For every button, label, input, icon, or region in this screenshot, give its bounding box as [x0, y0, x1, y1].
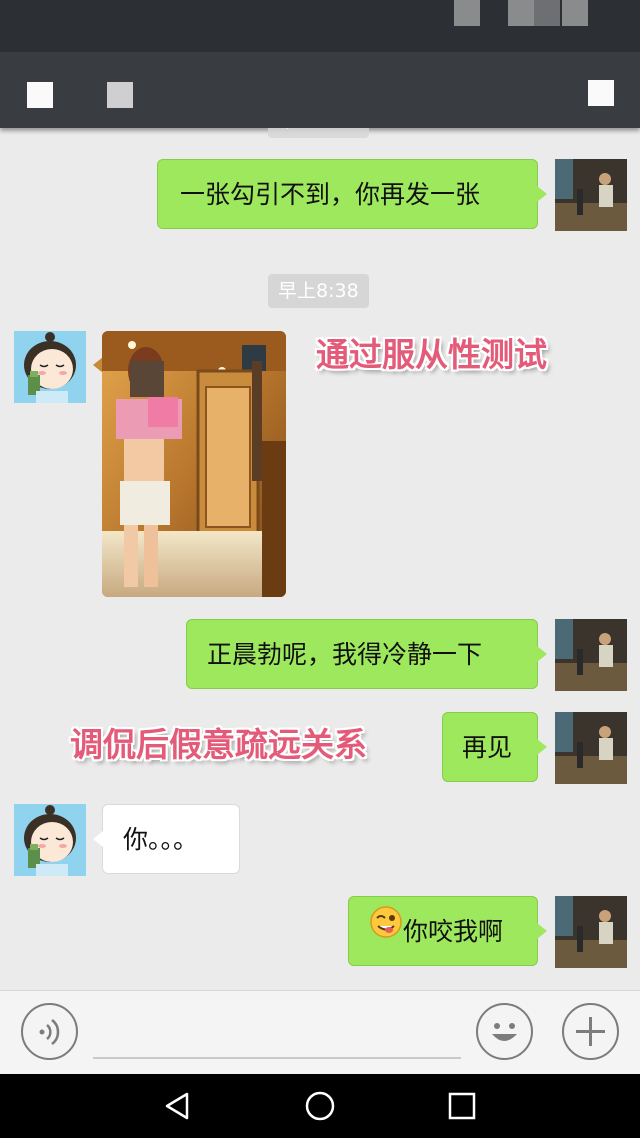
overlay-caption: 调侃后假意疏远关系 — [70, 725, 367, 764]
my-avatar[interactable] — [555, 896, 627, 968]
my-avatar[interactable] — [555, 712, 627, 784]
status-bar — [0, 0, 640, 52]
my-avatar[interactable] — [555, 619, 627, 691]
image-message[interactable] — [102, 331, 286, 597]
emoji-button[interactable] — [476, 1003, 533, 1060]
overlay-caption: 通过服从性测试 — [316, 335, 547, 374]
chat-info-button[interactable] — [588, 80, 614, 106]
status-icons-blurred — [508, 0, 534, 26]
recents-icon — [448, 1092, 476, 1120]
contact-avatar[interactable] — [14, 804, 86, 876]
message-text: 你。。。 — [123, 825, 199, 854]
message-bubble-received[interactable]: 你。。。 — [93, 804, 240, 874]
chat-header — [0, 52, 640, 128]
message-text: 你咬我啊 — [403, 917, 504, 946]
message-bubble-sent[interactable]: 你咬我啊 — [348, 896, 547, 966]
message-input[interactable] — [93, 1057, 461, 1059]
message-bubble-sent[interactable]: 再见 — [442, 712, 547, 782]
input-bar — [0, 990, 640, 1075]
status-icons-blurred — [562, 0, 588, 26]
avatar-photo-image — [555, 712, 627, 784]
back-button[interactable] — [27, 82, 53, 108]
avatar-photo-image — [555, 619, 627, 691]
message-bubble-sent[interactable]: 正晨勃呢，我得冷静一下 — [186, 619, 547, 689]
back-button-system[interactable] — [158, 1086, 198, 1126]
back-icon — [165, 1092, 189, 1120]
more-button[interactable] — [562, 1003, 619, 1060]
timestamp: 早上8:38 — [268, 128, 369, 138]
wink-tongue-emoji-icon — [369, 896, 403, 966]
avatar-photo-image — [555, 159, 627, 231]
message-text: 再见 — [462, 733, 513, 762]
avatar-photo-image — [555, 896, 627, 968]
voice-button[interactable] — [21, 1003, 78, 1060]
my-avatar[interactable] — [555, 159, 627, 231]
status-icons-blurred — [534, 0, 560, 26]
header-title-blurred — [107, 82, 133, 108]
message-text: 一张勾引不到，你再发一张 — [180, 180, 481, 209]
cartoon-girl-avatar-image — [14, 331, 86, 403]
message-text: 正晨勃呢，我得冷静一下 — [207, 640, 483, 669]
elevator-selfie-image — [102, 331, 286, 597]
contact-avatar[interactable] — [14, 331, 86, 403]
cartoon-girl-avatar-image — [14, 804, 86, 876]
emoji-icon — [492, 1023, 517, 1041]
home-button-system[interactable] — [300, 1086, 340, 1126]
timestamp: 早上8:38 — [268, 274, 369, 308]
status-icons-blurred — [454, 0, 480, 26]
system-nav-bar — [0, 1074, 640, 1138]
home-icon — [305, 1091, 335, 1121]
recents-button-system[interactable] — [442, 1086, 482, 1126]
message-bubble-sent[interactable]: 一张勾引不到，你再发一张 — [157, 159, 547, 229]
voice-icon — [39, 1019, 60, 1045]
plus-icon — [576, 1017, 605, 1046]
chat-area[interactable]: 早上8:38 一张勾引不到，你再发一张 早上8:38 — [0, 128, 640, 990]
